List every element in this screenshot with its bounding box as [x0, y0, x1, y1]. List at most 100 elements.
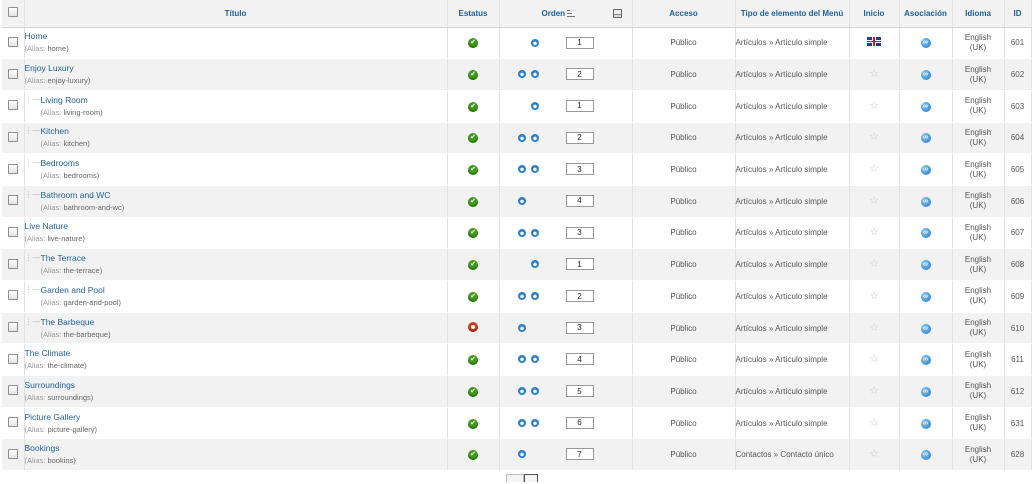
- item-title-link[interactable]: The Barbeque: [41, 317, 111, 328]
- row-checkbox[interactable]: [7, 322, 18, 333]
- arrow-down-icon[interactable]: [530, 38, 539, 47]
- order-input[interactable]: [565, 353, 594, 366]
- row-checkbox[interactable]: [7, 290, 18, 301]
- order-input[interactable]: [565, 290, 594, 302]
- arrow-down-icon[interactable]: [530, 70, 539, 79]
- order-input[interactable]: [565, 416, 594, 429]
- header-order-label[interactable]: Orden: [542, 9, 566, 18]
- header-access[interactable]: Acceso: [632, 0, 736, 28]
- order-input[interactable]: [565, 36, 594, 49]
- item-title-link[interactable]: Surroundings: [25, 380, 94, 391]
- item-title-link[interactable]: Living Room: [41, 95, 103, 106]
- association-icon[interactable]: ∞: [920, 260, 931, 271]
- check-icon[interactable]: ✔: [468, 70, 478, 81]
- row-checkbox[interactable]: [7, 448, 18, 459]
- header-type[interactable]: Tipo de elemento del Menú: [735, 0, 850, 28]
- star-icon[interactable]: ☆: [869, 100, 879, 112]
- item-title-link[interactable]: Enjoy Luxury: [25, 63, 91, 74]
- item-title-link[interactable]: Live Nature: [25, 221, 85, 232]
- order-input[interactable]: [565, 385, 594, 398]
- header-association[interactable]: Asociación: [899, 0, 953, 28]
- row-checkbox[interactable]: [7, 68, 18, 79]
- row-checkbox[interactable]: [7, 226, 18, 237]
- association-icon[interactable]: ∞: [920, 291, 931, 302]
- arrow-down-icon[interactable]: [530, 260, 539, 269]
- association-icon[interactable]: ∞: [920, 133, 931, 144]
- order-input[interactable]: [565, 258, 594, 271]
- association-icon[interactable]: ∞: [920, 101, 931, 112]
- order-input[interactable]: [565, 448, 594, 461]
- arrow-down-icon[interactable]: [530, 101, 539, 110]
- unpublished-icon[interactable]: [468, 322, 478, 333]
- check-icon[interactable]: ✔: [468, 291, 478, 302]
- check-icon[interactable]: ✔: [468, 418, 478, 429]
- row-checkbox[interactable]: [7, 36, 18, 47]
- arrow-up-icon[interactable]: [517, 165, 526, 174]
- uk-flag-icon[interactable]: [867, 37, 881, 47]
- row-checkbox[interactable]: [7, 258, 18, 269]
- row-checkbox[interactable]: [7, 195, 18, 206]
- arrow-up-icon[interactable]: [517, 323, 526, 332]
- arrow-up-icon[interactable]: [517, 70, 526, 79]
- star-icon[interactable]: ☆: [869, 448, 879, 460]
- row-checkbox[interactable]: [7, 163, 18, 174]
- pagination-button[interactable]: [506, 474, 524, 482]
- arrow-up-icon[interactable]: [517, 228, 526, 237]
- star-icon[interactable]: ☆: [869, 417, 879, 429]
- arrow-down-icon[interactable]: [530, 355, 539, 364]
- item-title-link[interactable]: The Terrace: [41, 253, 103, 264]
- arrow-down-icon[interactable]: [530, 165, 539, 174]
- association-icon[interactable]: ∞: [920, 323, 931, 334]
- star-icon[interactable]: ☆: [869, 290, 879, 302]
- header-home[interactable]: Inicio: [849, 0, 900, 28]
- row-checkbox[interactable]: [7, 353, 18, 364]
- header-id[interactable]: ID: [1004, 0, 1032, 28]
- order-input[interactable]: [565, 163, 594, 176]
- order-input[interactable]: [565, 321, 594, 334]
- arrow-down-icon[interactable]: [530, 228, 539, 237]
- arrow-up-icon[interactable]: [517, 133, 526, 142]
- item-title-link[interactable]: Bathroom and WC: [41, 190, 125, 201]
- save-order-icon[interactable]: [613, 8, 623, 18]
- arrow-down-icon[interactable]: [530, 133, 539, 142]
- item-title-link[interactable]: Bedrooms: [41, 158, 100, 169]
- star-icon[interactable]: ☆: [869, 385, 879, 397]
- order-input[interactable]: [565, 226, 594, 239]
- arrow-up-icon[interactable]: [517, 355, 526, 364]
- arrow-down-icon[interactable]: [530, 418, 539, 427]
- star-icon[interactable]: ☆: [869, 322, 879, 334]
- star-icon[interactable]: ☆: [869, 68, 879, 80]
- check-icon[interactable]: ✔: [468, 101, 478, 112]
- star-icon[interactable]: ☆: [869, 163, 879, 175]
- item-title-link[interactable]: The Climate: [25, 348, 87, 359]
- star-icon[interactable]: ☆: [869, 226, 879, 238]
- row-checkbox[interactable]: [7, 100, 18, 111]
- order-input[interactable]: [565, 131, 594, 144]
- item-title-link[interactable]: Garden and Pool: [41, 285, 121, 296]
- check-icon[interactable]: ✔: [468, 38, 478, 49]
- association-icon[interactable]: ∞: [920, 450, 931, 461]
- association-icon[interactable]: ∞: [920, 418, 931, 429]
- item-title-link[interactable]: Kitchen: [41, 126, 90, 137]
- association-icon[interactable]: ∞: [920, 355, 931, 366]
- row-checkbox[interactable]: [7, 385, 18, 396]
- header-status[interactable]: Estatus: [447, 0, 500, 28]
- arrow-down-icon[interactable]: [530, 292, 539, 300]
- row-checkbox[interactable]: [7, 417, 18, 428]
- arrow-up-icon[interactable]: [517, 196, 526, 205]
- association-icon[interactable]: ∞: [920, 228, 931, 239]
- header-select-all[interactable]: [2, 0, 25, 28]
- order-input[interactable]: [565, 68, 594, 81]
- star-icon[interactable]: ☆: [869, 258, 879, 270]
- association-icon[interactable]: ∞: [920, 38, 931, 49]
- check-icon[interactable]: ✔: [468, 450, 478, 461]
- association-icon[interactable]: ∞: [920, 165, 931, 176]
- check-icon[interactable]: ✔: [468, 386, 478, 397]
- arrow-up-icon[interactable]: [517, 450, 526, 459]
- header-order[interactable]: Orden: [499, 0, 633, 28]
- arrow-up-icon[interactable]: [517, 418, 526, 427]
- association-icon[interactable]: ∞: [920, 196, 931, 207]
- check-icon[interactable]: ✔: [468, 228, 478, 239]
- star-icon[interactable]: ☆: [869, 195, 879, 207]
- check-icon[interactable]: ✔: [468, 355, 478, 366]
